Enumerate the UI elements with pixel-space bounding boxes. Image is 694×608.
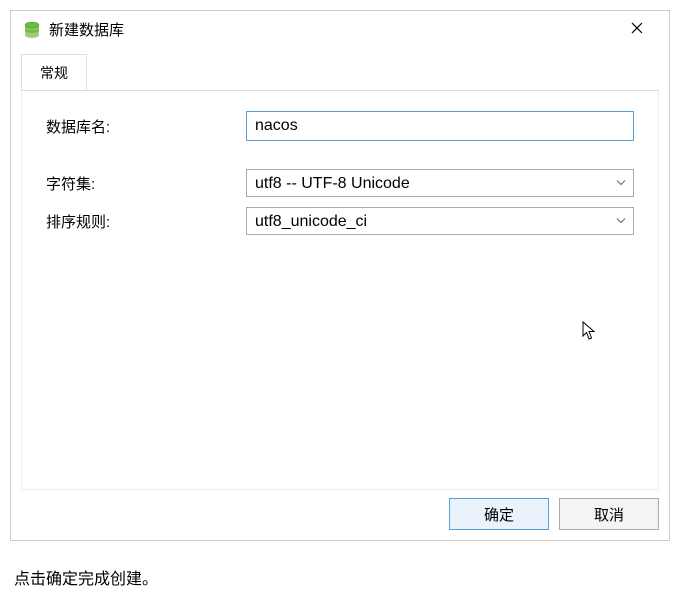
collation-select-wrap: utf8_unicode_ci bbox=[246, 207, 634, 235]
label-charset: 字符集: bbox=[46, 173, 246, 194]
database-name-input[interactable] bbox=[246, 111, 634, 141]
title-bar: 新建数据库 bbox=[11, 11, 669, 48]
new-database-dialog: 新建数据库 常规 数据库名: 字符集: utf8 -- UTF-8 Unicod… bbox=[10, 10, 670, 541]
ok-button[interactable]: 确定 bbox=[449, 498, 549, 530]
tab-content-general: 数据库名: 字符集: utf8 -- UTF-8 Unicode 排序规则: bbox=[21, 90, 659, 490]
collation-select[interactable]: utf8_unicode_ci bbox=[246, 207, 634, 235]
row-charset: 字符集: utf8 -- UTF-8 Unicode bbox=[46, 169, 634, 197]
row-database-name: 数据库名: bbox=[46, 111, 634, 141]
tab-general[interactable]: 常规 bbox=[21, 54, 87, 91]
button-bar: 确定 取消 bbox=[11, 490, 669, 540]
caption-text: 点击确定完成创建。 bbox=[14, 565, 684, 589]
label-collation: 排序规则: bbox=[46, 211, 246, 232]
cursor-icon bbox=[582, 321, 598, 344]
dialog-title: 新建数据库 bbox=[49, 19, 617, 40]
database-icon bbox=[23, 21, 41, 39]
charset-select-wrap: utf8 -- UTF-8 Unicode bbox=[246, 169, 634, 197]
tab-bar: 常规 bbox=[21, 54, 659, 91]
charset-select[interactable]: utf8 -- UTF-8 Unicode bbox=[246, 169, 634, 197]
row-collation: 排序规则: utf8_unicode_ci bbox=[46, 207, 634, 235]
dialog-body: 常规 数据库名: 字符集: utf8 -- UTF-8 Unicode bbox=[11, 48, 669, 490]
label-database-name: 数据库名: bbox=[46, 116, 246, 137]
cancel-button[interactable]: 取消 bbox=[559, 498, 659, 530]
close-icon bbox=[631, 22, 643, 34]
close-button[interactable] bbox=[617, 21, 657, 39]
